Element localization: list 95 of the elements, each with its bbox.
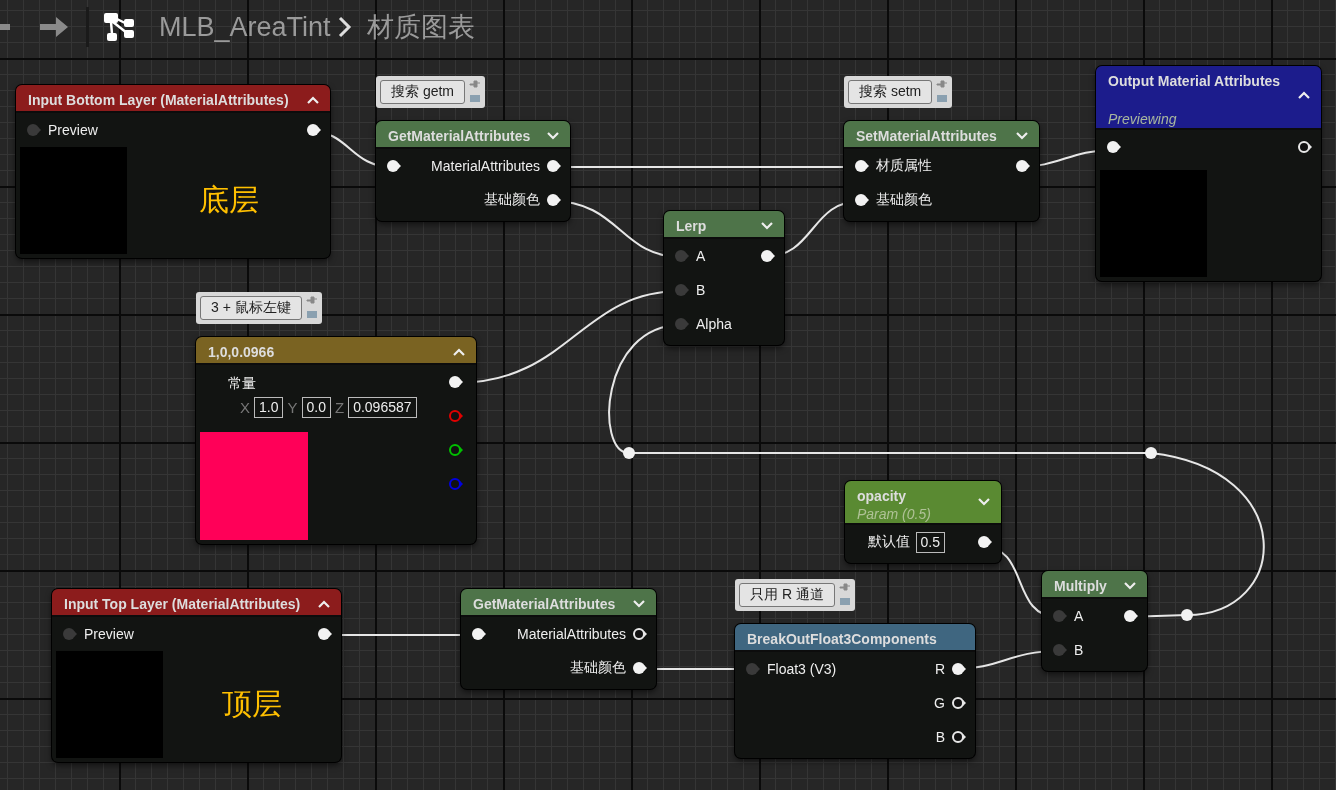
chevron-down-icon[interactable] [1123, 581, 1137, 591]
node-title: GetMaterialAttributes [473, 595, 616, 613]
chevron-right-icon [336, 16, 353, 38]
graph-node[interactable]: Multiply A B [1042, 571, 1147, 671]
pin-label: MaterialAttributes [431, 158, 540, 174]
pin-label: G [934, 695, 945, 711]
pin-icon[interactable] [1297, 140, 1313, 154]
pin-label: Alpha [696, 316, 732, 332]
breadcrumb-link[interactable]: MLB_AreaTint [159, 11, 331, 43]
graph-node[interactable]: Lerp A B Alpha [664, 211, 784, 345]
node-title: SetMaterialAttributes [856, 127, 997, 145]
pin-icon[interactable] [306, 123, 322, 137]
node-title: Lerp [676, 217, 707, 235]
chevron-up-icon[interactable] [306, 95, 320, 105]
reroute-node[interactable] [1145, 447, 1157, 459]
field-label: Y [287, 399, 298, 416]
pin-icon[interactable] [1106, 140, 1122, 154]
pin-icon[interactable] [951, 730, 967, 744]
graph-node[interactable]: GetMaterialAttributes MaterialAttributes 基础颜色 [461, 589, 656, 689]
pin-icon[interactable] [448, 375, 464, 389]
node-graph-icon [103, 12, 135, 42]
graph-node[interactable]: 1,0,0.0966 常量 X 1.0 Y 0.0 Z 0.096587 [196, 337, 476, 544]
pin-icon[interactable] [448, 443, 464, 457]
graph-node[interactable]: Input Bottom Layer (MaterialAttributes) Preview 底层 [16, 85, 330, 258]
pin-icon[interactable] [1123, 609, 1139, 623]
graph-node[interactable]: Input Top Layer (MaterialAttributes) Preview 顶层 [52, 589, 341, 762]
pin-label: B [696, 282, 706, 298]
pin-icon[interactable] [951, 662, 967, 676]
chevron-down-icon[interactable] [977, 497, 991, 507]
pin-label: B [1074, 642, 1084, 658]
pin-label: 基础颜色 [484, 191, 540, 209]
value-field[interactable]: 1.0 [254, 397, 284, 418]
pin-label: A [1074, 608, 1084, 624]
node-title: Input Top Layer (MaterialAttributes) [64, 595, 301, 613]
pin-label: 基础颜色 [876, 191, 932, 209]
pin-icon[interactable] [977, 535, 993, 549]
pin-icon[interactable] [632, 661, 648, 675]
node-title: opacity [857, 487, 907, 505]
value-field[interactable]: 0.5 [915, 531, 945, 553]
reroute-node[interactable] [623, 447, 635, 459]
node-label: 常量 [228, 374, 256, 393]
pin-label: Preview [48, 122, 98, 138]
pin-label: R [934, 661, 945, 677]
chevron-up-icon[interactable] [317, 599, 331, 609]
pin-label: A [696, 248, 706, 264]
pin-icon[interactable] [632, 627, 648, 641]
pin-icon[interactable] [760, 249, 776, 263]
node-caption: 底层 [197, 182, 260, 218]
pin-label: Float3 (V3) [767, 661, 837, 677]
pin-icon[interactable] [317, 627, 333, 641]
graph-node[interactable]: SetMaterialAttributes 材质属性 基础颜色 [844, 121, 1039, 221]
graph-node[interactable]: Output Material Attributes Previewing [1096, 66, 1321, 281]
chevron-up-icon[interactable] [452, 347, 466, 357]
forward-arrow-icon[interactable] [40, 15, 68, 39]
node-caption: 顶层 [221, 686, 283, 722]
pin-icon[interactable] [854, 159, 870, 173]
field-label: X [240, 399, 250, 416]
node-title: GetMaterialAttributes [388, 127, 531, 145]
chevron-up-icon[interactable] [1297, 90, 1311, 100]
node-title: BreakOutFloat3Components [747, 630, 937, 648]
chevron-down-icon[interactable] [546, 131, 560, 141]
pin-icon[interactable] [854, 193, 870, 207]
pin-label: 材质属性 [876, 157, 932, 175]
comment-text: 只用 R 通道 [739, 583, 835, 607]
node-subtitle: Previewing [1108, 110, 1178, 128]
comment-text: 3 + 鼠标左键 [200, 296, 302, 320]
comment-text: 搜索 setm [848, 80, 933, 104]
value-field[interactable]: 0.0 [301, 397, 331, 418]
pin-icon[interactable] [546, 193, 562, 207]
chevron-down-icon[interactable] [760, 221, 774, 231]
pin-label: Preview [84, 626, 134, 642]
graph-title: 材质图表 [366, 11, 475, 44]
pin-icon[interactable] [1015, 159, 1031, 173]
graph-node[interactable]: GetMaterialAttributes MaterialAttributes 基础颜色 [376, 121, 570, 221]
node-subtitle: Param (0.5) [857, 505, 931, 523]
pin-label: B [935, 729, 945, 745]
node-title: Input Bottom Layer (MaterialAttributes) [28, 91, 289, 109]
pin-icon[interactable] [546, 159, 562, 173]
reroute-node[interactable] [1181, 609, 1193, 621]
graph-node[interactable]: opacity Param (0.5) 默认值 0.5 [845, 481, 1001, 563]
node-title: Multiply [1054, 577, 1107, 595]
pin-icon[interactable] [471, 627, 487, 641]
node-title: 1,0,0.0966 [208, 343, 275, 361]
field-label: 默认值 [867, 533, 910, 551]
pin-icon[interactable] [951, 696, 967, 710]
pin-label: MaterialAttributes [517, 626, 626, 642]
node-title: Output Material Attributes [1108, 72, 1281, 90]
comment-text: 搜索 getm [380, 80, 465, 104]
pin-icon[interactable] [386, 159, 402, 173]
chevron-down-icon[interactable] [632, 599, 646, 609]
graph-node[interactable]: BreakOutFloat3Components Float3 (V3) R G B [735, 624, 975, 758]
chevron-down-icon[interactable] [1015, 131, 1029, 141]
pin-label: 基础颜色 [570, 659, 626, 677]
field-label: Z [334, 399, 345, 416]
value-field[interactable]: 0.096587 [348, 397, 417, 418]
